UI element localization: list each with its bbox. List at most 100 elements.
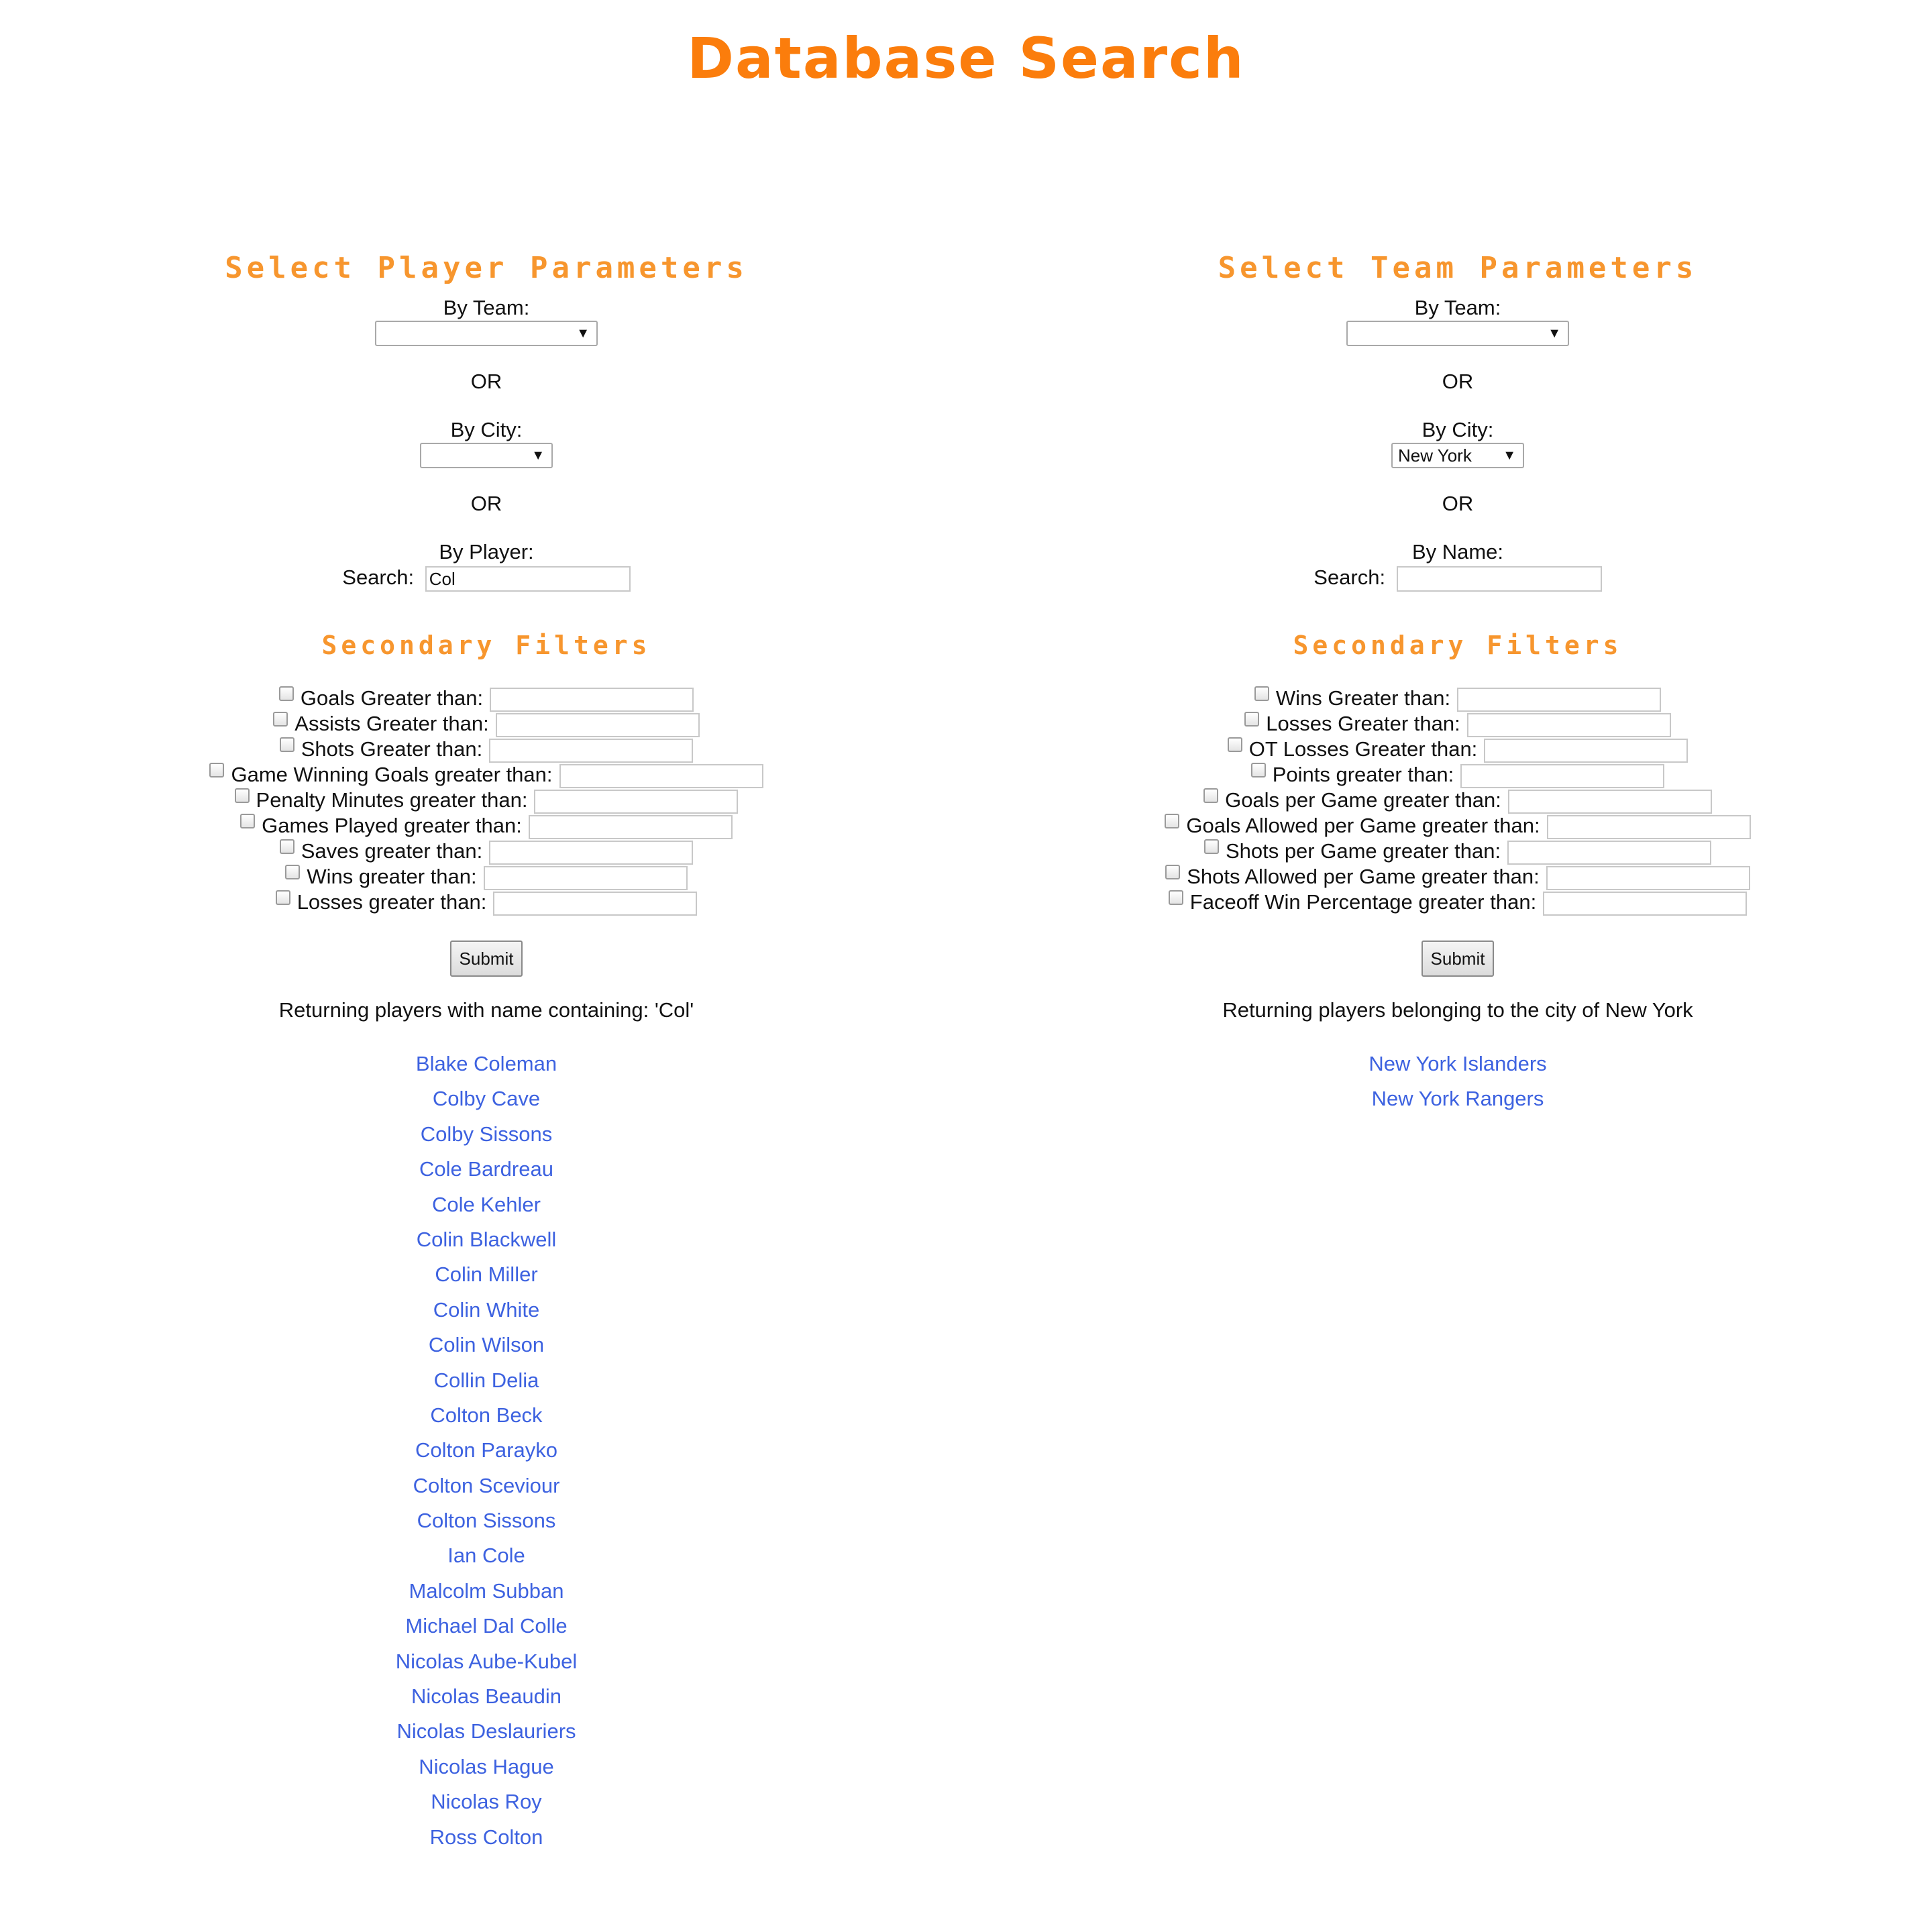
filter-checkbox[interactable] bbox=[1250, 763, 1266, 777]
filter-value-input[interactable] bbox=[1484, 738, 1688, 763]
filter-checkbox[interactable] bbox=[279, 839, 294, 854]
player-submit-button[interactable]: Submit bbox=[449, 941, 523, 977]
filter-value-input[interactable] bbox=[483, 865, 688, 890]
filter-label: Losses greater than: bbox=[297, 890, 487, 914]
filter-row: Goals Greater than: bbox=[50, 686, 922, 712]
filter-row: Wins Greater than: bbox=[1022, 686, 1894, 712]
result-link[interactable]: Nicolas Beaudin bbox=[411, 1684, 561, 1708]
result-list-item: Colin Miller bbox=[50, 1257, 922, 1292]
result-list-item: Colin Wilson bbox=[50, 1328, 922, 1362]
result-link[interactable]: Michael Dal Colle bbox=[405, 1614, 567, 1638]
team-submit-button[interactable]: Submit bbox=[1421, 941, 1495, 977]
result-link[interactable]: Nicolas Roy bbox=[431, 1790, 541, 1813]
filter-checkbox[interactable] bbox=[1203, 839, 1219, 854]
filter-value-input[interactable] bbox=[1507, 789, 1712, 814]
filter-checkbox[interactable] bbox=[240, 814, 256, 828]
filter-label: OT Losses Greater than: bbox=[1248, 737, 1478, 761]
filter-label: Losses Greater than: bbox=[1266, 712, 1460, 735]
filter-checkbox[interactable] bbox=[1227, 737, 1242, 752]
result-link[interactable]: Cole Bardreau bbox=[419, 1157, 553, 1181]
player-team-select[interactable]: ▼ bbox=[375, 321, 598, 346]
result-link[interactable]: Colton Sceviour bbox=[413, 1474, 560, 1497]
player-search-input[interactable]: Col bbox=[425, 566, 631, 592]
filter-checkbox[interactable] bbox=[1168, 890, 1183, 905]
filter-value-input[interactable] bbox=[495, 712, 700, 737]
result-link[interactable]: Ross Colton bbox=[430, 1825, 543, 1849]
result-link[interactable]: New York Islanders bbox=[1368, 1052, 1546, 1075]
result-list-item: Colin White bbox=[50, 1293, 922, 1328]
result-link[interactable]: Nicolas Hague bbox=[419, 1755, 554, 1778]
result-link[interactable]: Colin Blackwell bbox=[417, 1228, 556, 1251]
team-team-select[interactable]: ▼ bbox=[1346, 321, 1569, 346]
result-link[interactable]: Blake Coleman bbox=[416, 1052, 557, 1075]
result-link[interactable]: Collin Delia bbox=[434, 1368, 539, 1392]
filter-label: Wins greater than: bbox=[307, 865, 477, 888]
result-link[interactable]: Nicolas Deslauriers bbox=[396, 1719, 576, 1743]
result-link[interactable]: Colin Miller bbox=[435, 1263, 537, 1286]
filter-value-input[interactable] bbox=[1546, 865, 1750, 890]
filter-row: Wins greater than: bbox=[50, 864, 922, 890]
filter-label: Shots Greater than: bbox=[301, 737, 483, 761]
result-link[interactable]: Colin Wilson bbox=[429, 1333, 544, 1356]
chevron-down-icon: ▼ bbox=[1548, 326, 1561, 341]
filter-value-input[interactable] bbox=[1507, 840, 1712, 865]
filter-checkbox[interactable] bbox=[1244, 712, 1260, 727]
player-parameters-title: Select Player Parameters bbox=[225, 251, 748, 285]
filter-value-input[interactable] bbox=[493, 891, 698, 916]
filter-value-input[interactable] bbox=[1457, 687, 1662, 712]
page-title: Database Search bbox=[687, 25, 1245, 91]
result-link[interactable]: Colby Sissons bbox=[421, 1122, 552, 1146]
filter-label: Goals Allowed per Game greater than: bbox=[1186, 814, 1540, 837]
filter-value-input[interactable] bbox=[1460, 763, 1665, 788]
filter-row: OT Losses Greater than: bbox=[1022, 737, 1894, 763]
filter-checkbox[interactable] bbox=[279, 737, 294, 752]
filter-checkbox[interactable] bbox=[275, 890, 290, 905]
result-link[interactable]: Ian Cole bbox=[447, 1544, 525, 1567]
result-link[interactable]: Cole Kehler bbox=[432, 1193, 541, 1216]
filter-row: Shots Greater than: bbox=[50, 737, 922, 763]
filter-checkbox[interactable] bbox=[273, 712, 288, 727]
player-search-label: Search: bbox=[342, 566, 415, 589]
result-list-item: Collin Delia bbox=[50, 1363, 922, 1398]
filter-checkbox[interactable] bbox=[1254, 686, 1269, 701]
filter-checkbox[interactable] bbox=[278, 686, 294, 701]
filter-value-input[interactable] bbox=[489, 840, 694, 865]
filter-checkbox[interactable] bbox=[1203, 788, 1219, 803]
filter-value-input[interactable] bbox=[534, 789, 739, 814]
filter-checkbox[interactable] bbox=[285, 865, 301, 879]
filter-value-input[interactable] bbox=[1466, 712, 1671, 737]
filter-checkbox[interactable] bbox=[1165, 865, 1181, 879]
team-search-row: Search: bbox=[1022, 565, 1894, 592]
result-link[interactable]: Colton Parayko bbox=[415, 1438, 557, 1462]
result-link[interactable]: Colin White bbox=[433, 1298, 540, 1322]
filter-value-input[interactable] bbox=[490, 687, 694, 712]
player-city-select[interactable]: ▼ bbox=[420, 443, 553, 468]
filter-value-input[interactable] bbox=[1546, 814, 1751, 839]
filter-checkbox[interactable] bbox=[209, 763, 225, 777]
filter-value-input[interactable] bbox=[528, 814, 733, 839]
filter-label: Points greater than: bbox=[1272, 763, 1454, 786]
filter-value-input[interactable] bbox=[559, 763, 763, 788]
result-link[interactable]: Colton Sissons bbox=[417, 1509, 556, 1532]
result-list-item: Colin Blackwell bbox=[50, 1222, 922, 1257]
filter-row: Assists Greater than: bbox=[50, 711, 922, 737]
filter-value-input[interactable] bbox=[489, 738, 694, 763]
result-list-item: Colby Sissons bbox=[50, 1117, 922, 1152]
result-link[interactable]: New York Rangers bbox=[1372, 1087, 1544, 1110]
team-city-select[interactable]: New York ▼ bbox=[1391, 443, 1524, 468]
player-by-player-label: By Player: bbox=[439, 540, 534, 564]
result-list-item: Nicolas Aube-Kubel bbox=[50, 1644, 922, 1679]
result-list-item: Ian Cole bbox=[50, 1538, 922, 1573]
player-by-team-label: By Team: bbox=[443, 296, 530, 319]
result-list-item: Ross Colton bbox=[50, 1820, 922, 1855]
filter-checkbox[interactable] bbox=[1165, 814, 1180, 828]
result-list-item: Colton Parayko bbox=[50, 1433, 922, 1468]
result-link[interactable]: Colton Beck bbox=[430, 1403, 542, 1427]
team-by-team-label: By Team: bbox=[1414, 296, 1501, 319]
filter-value-input[interactable] bbox=[1543, 891, 1748, 916]
result-link[interactable]: Nicolas Aube-Kubel bbox=[396, 1650, 578, 1673]
result-link[interactable]: Malcolm Subban bbox=[409, 1579, 564, 1603]
result-link[interactable]: Colby Cave bbox=[433, 1087, 540, 1110]
team-search-input[interactable] bbox=[1396, 566, 1602, 592]
filter-checkbox[interactable] bbox=[234, 788, 250, 803]
